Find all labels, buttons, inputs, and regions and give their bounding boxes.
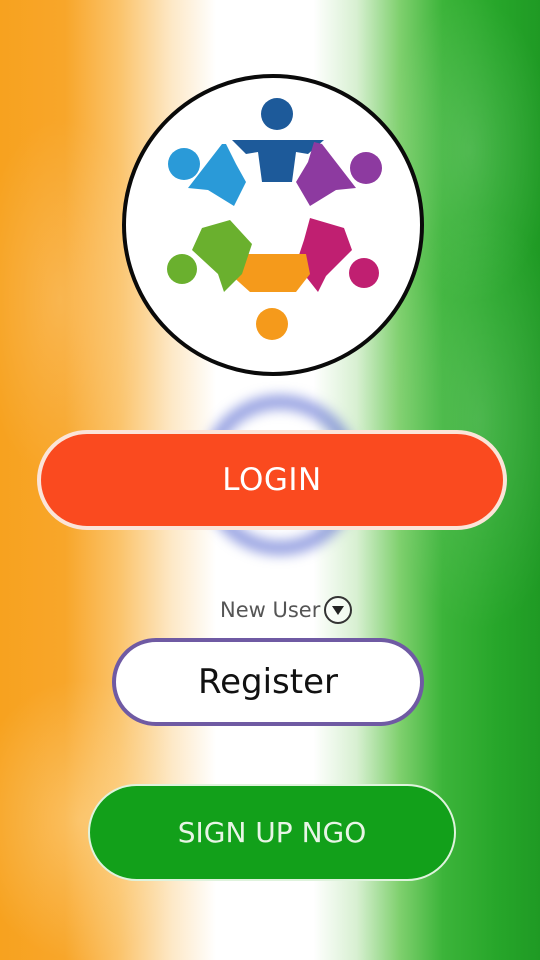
register-button[interactable]: Register xyxy=(112,638,424,726)
people-circle-logo-icon xyxy=(167,98,382,340)
app-logo xyxy=(122,74,424,376)
chevron-down-icon xyxy=(332,606,345,615)
chevron-down-circle-icon[interactable] xyxy=(324,596,353,624)
signup-ngo-button-label: SIGN UP NGO xyxy=(177,816,367,849)
new-user-row: New User xyxy=(220,596,353,624)
signup-ngo-button[interactable]: SIGN UP NGO xyxy=(88,784,456,881)
new-user-label: New User xyxy=(220,598,321,622)
login-button[interactable]: LOGIN xyxy=(37,430,507,530)
login-button-label: LOGIN xyxy=(222,462,322,498)
register-button-label: Register xyxy=(198,662,338,702)
